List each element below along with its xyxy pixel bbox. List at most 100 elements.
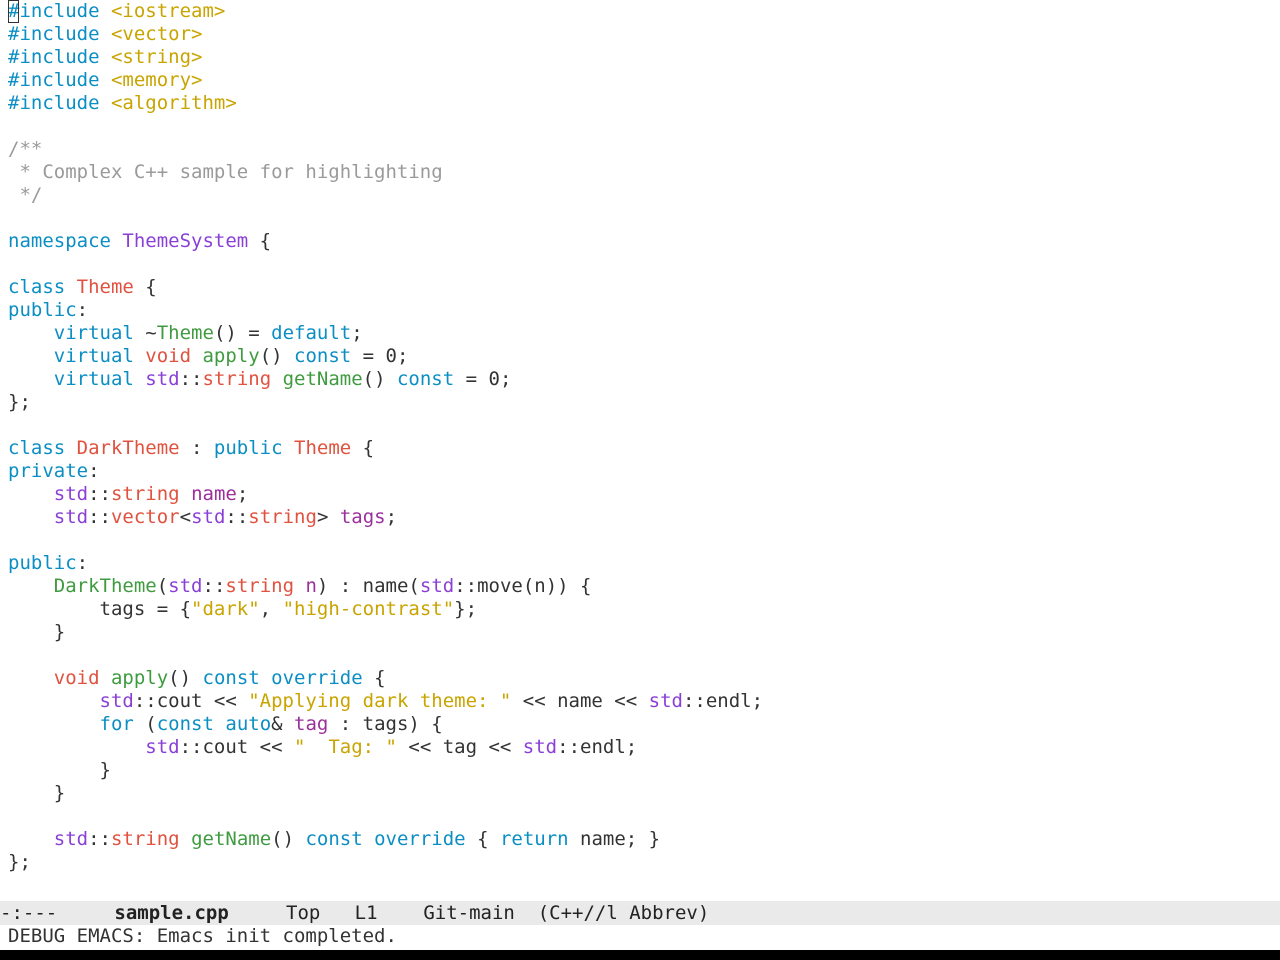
code-token: const [156,713,226,735]
code-line[interactable]: virtual void apply() const = 0; [8,345,1272,368]
code-line[interactable]: private: [8,460,1272,483]
code-token: <string> [110,46,203,68]
code-token: : [88,460,100,482]
echo-area-message: DEBUG EMACS: Emacs init completed. [8,925,397,947]
code-line[interactable]: #include <vector> [8,23,1272,46]
code-token: () [362,368,397,390]
code-line[interactable] [8,644,1272,667]
code-token: public [213,437,294,459]
code-token: }; [8,851,31,873]
code-token: std [53,483,89,505]
code-token: for [99,713,146,735]
code-line[interactable]: class DarkTheme : public Theme { [8,437,1272,460]
code-line[interactable]: } [8,782,1272,805]
code-token: std [53,828,89,850]
code-line[interactable]: #include <string> [8,46,1272,69]
code-token: { [362,667,386,689]
code-line[interactable]: std::string getName() const override { r… [8,828,1272,851]
code-token: DarkTheme [53,575,157,597]
code-line[interactable]: std::cout << "Applying dark theme: " << … [8,690,1272,713]
code-line[interactable]: }; [8,851,1272,874]
code-token: Theme [156,322,214,344]
code-token: vector [110,506,180,528]
code-token: :: [88,828,111,850]
code-token: string [202,368,283,390]
code-token: }; [454,598,478,620]
code-line[interactable]: tags = {"dark", "high-contrast"}; [8,598,1272,621]
code-token: = 0; [351,345,409,367]
code-token: std [145,736,180,758]
code-line[interactable]: } [8,759,1272,782]
code-line[interactable]: DarkTheme(std::string n) : name(std::mov… [8,575,1272,598]
code-line[interactable]: #include <iostream> [8,0,1272,23]
code-token: name; } [568,828,661,850]
code-token: tag [294,713,329,735]
code-token: tags = { [8,598,192,620]
code-token: string [248,506,317,528]
code-line[interactable]: namespace ThemeSystem { [8,230,1272,253]
code-token: : [76,299,89,321]
mode-line-position: Top [286,902,321,924]
code-token: string [110,828,192,850]
code-token: ; [236,483,249,505]
code-line[interactable]: }; [8,391,1272,414]
code-line[interactable]: std::cout << " Tag: " << tag << std::end… [8,736,1272,759]
code-token: getName [191,828,272,850]
code-token: #include [8,69,111,91]
code-line[interactable]: void apply() const override { [8,667,1272,690]
code-token: & [271,713,295,735]
code-line[interactable]: #include <memory> [8,69,1272,92]
code-line[interactable]: * Complex C++ sample for highlighting [8,161,1272,184]
code-line[interactable]: virtual std::string getName() const = 0; [8,368,1272,391]
code-token: : tags) { [328,713,443,735]
code-token: = 0; [454,368,512,390]
code-token: include [19,0,111,22]
code-token: () [259,345,295,367]
code-token: override [271,667,363,689]
code-line[interactable]: class Theme { [8,276,1272,299]
code-line[interactable]: /** [8,138,1272,161]
code-token: n [305,575,317,597]
code-line[interactable]: #include <algorithm> [8,92,1272,115]
code-token: "Applying dark theme: " [248,690,512,712]
code-token: } [8,759,111,781]
code-token: name [191,483,237,505]
code-line[interactable]: */ [8,184,1272,207]
code-token: std [648,690,683,712]
code-token: :: [88,483,111,505]
code-line[interactable] [8,529,1272,552]
code-line[interactable] [8,207,1272,230]
code-line[interactable] [8,115,1272,138]
text-cursor: # [8,0,20,23]
code-line[interactable]: std::vector<std::string> tags; [8,506,1272,529]
code-line[interactable]: } [8,621,1272,644]
code-token: const [202,667,272,689]
code-line[interactable]: for (const auto& tag : tags) { [8,713,1272,736]
mode-line-vcs-branch[interactable]: Git-main [423,902,515,924]
mode-line-buffer-name[interactable]: sample.cpp [114,902,228,924]
code-token: ::move(n)) { [454,575,592,597]
code-token: virtual [53,368,146,390]
code-line[interactable] [8,414,1272,437]
code-token: } [8,782,66,804]
mode-line-major-modes[interactable]: (C++//l Abbrev) [538,902,710,924]
code-line[interactable]: std::string name; [8,483,1272,506]
code-line[interactable]: public: [8,552,1272,575]
code-token: Theme [294,437,352,459]
code-line[interactable] [8,805,1272,828]
code-line[interactable] [8,253,1272,276]
code-token: std [99,690,134,712]
code-token: virtual [53,345,146,367]
code-token: ~ [145,322,157,344]
code-line[interactable]: public: [8,299,1272,322]
code-token: "high-contrast" [282,598,455,620]
code-token: public [8,299,77,321]
code-token: { [465,828,500,850]
code-token: apply [110,667,169,689]
code-line[interactable]: virtual ~Theme() = default; [8,322,1272,345]
code-token: { [351,437,375,459]
code-token: { [133,276,157,298]
code-token: string [225,575,306,597]
code-editor-buffer[interactable]: #include <iostream> #include <vector> #inc… [8,0,1272,898]
